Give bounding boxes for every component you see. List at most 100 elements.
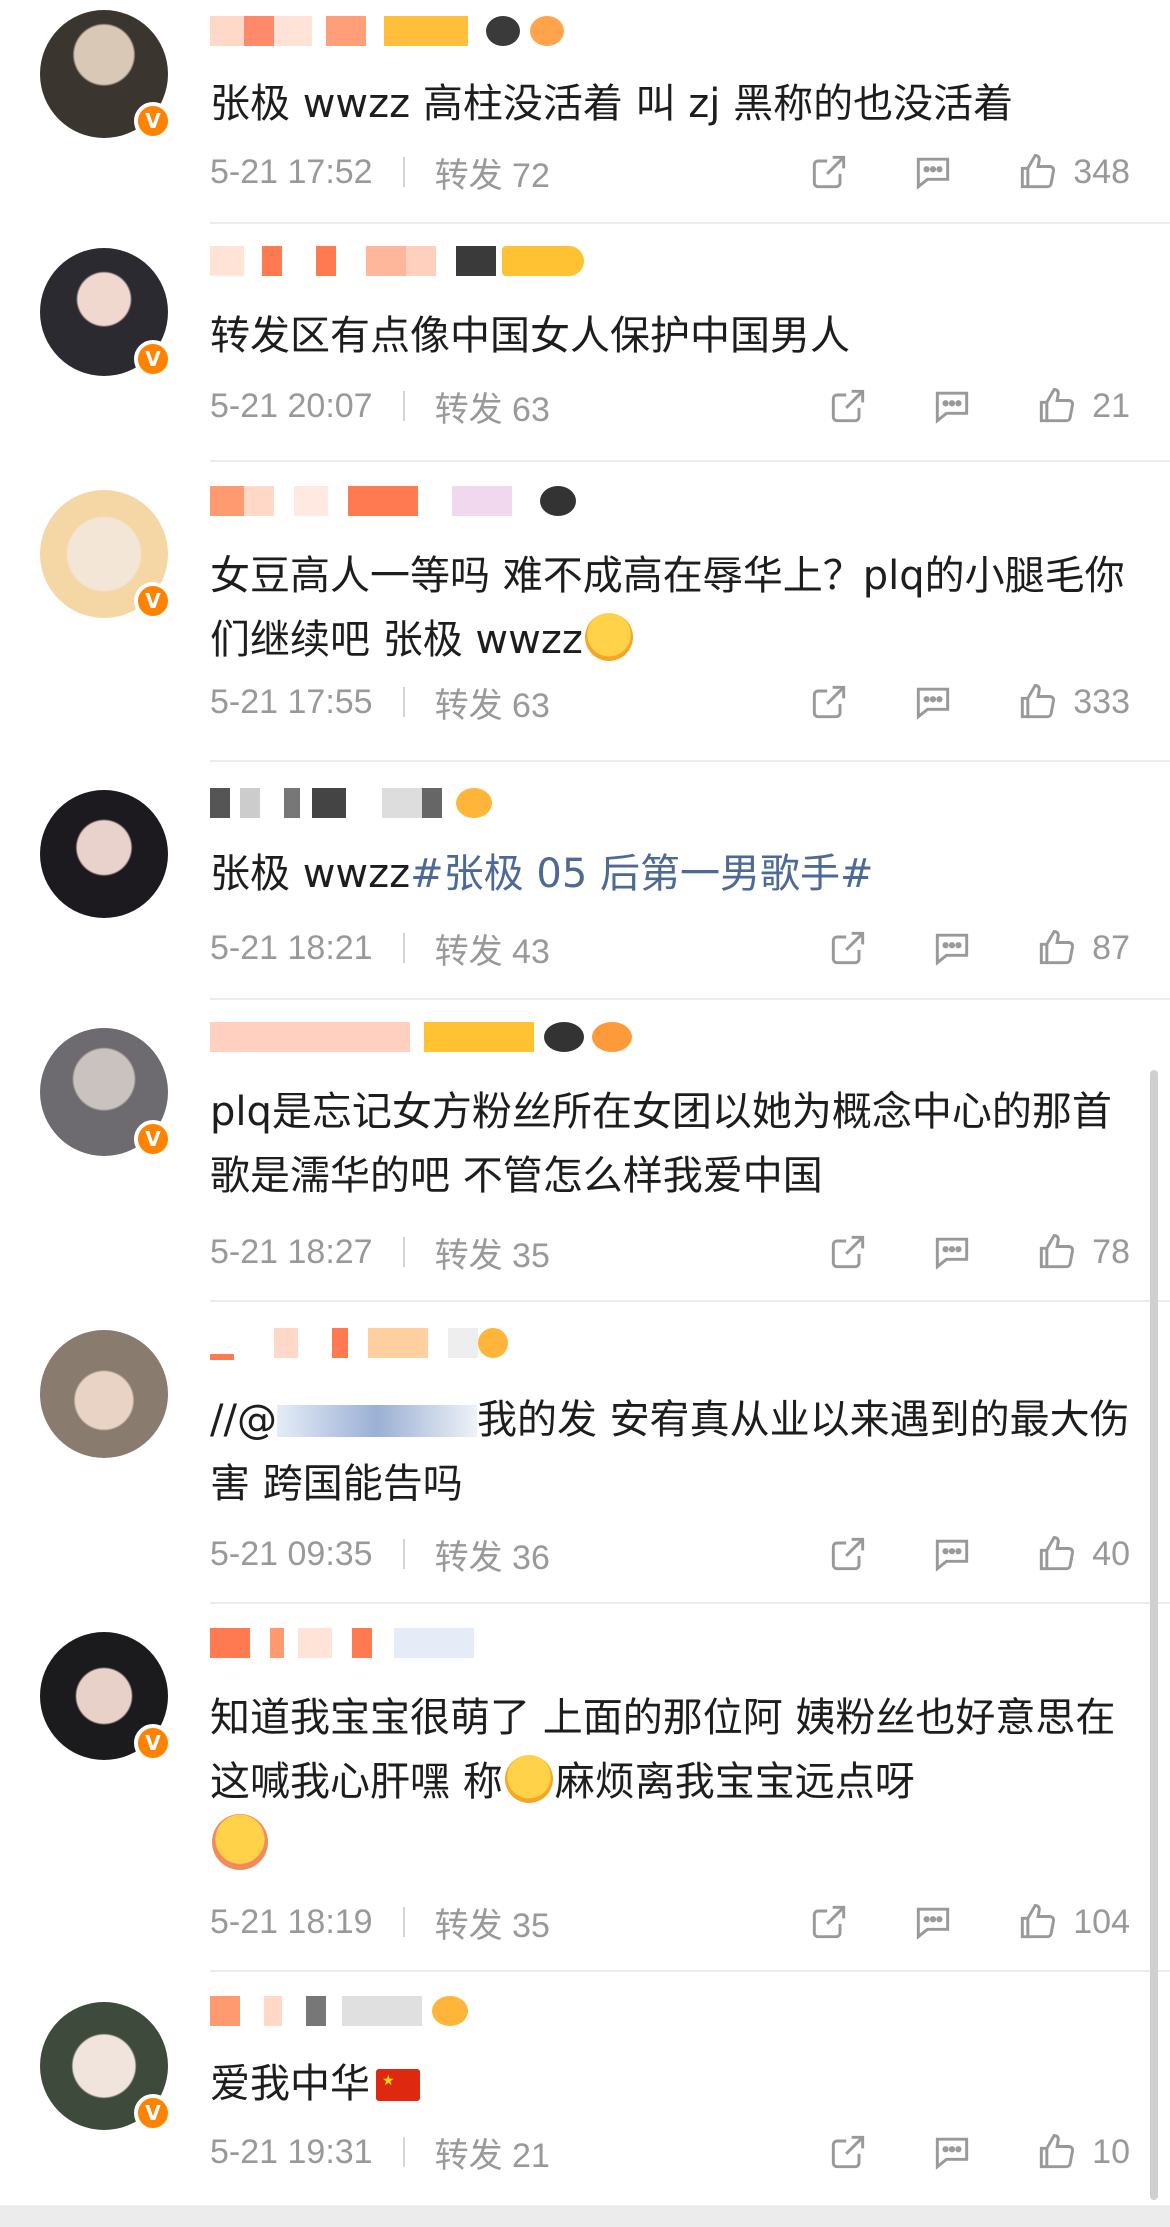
comment-meta: 5-21 09:35 转发 36 40	[210, 1530, 1130, 1579]
timestamp: 5-21 18:21	[210, 928, 373, 967]
like-button[interactable]: 348	[1015, 150, 1130, 194]
comment-text: //@ 我的发 安宥真从业以来遇到的最大伤害 跨国能告吗	[210, 1397, 1130, 1507]
divider	[210, 222, 1170, 224]
comment-icon[interactable]	[911, 1900, 955, 1944]
comment-icon[interactable]	[911, 150, 955, 194]
username-masked[interactable]	[210, 244, 584, 278]
repost-label[interactable]: 转发 35	[435, 1228, 550, 1277]
comment-item: V 女豆高人一等吗 难不成高在辱华上？plq的小腿毛你们继续吧 张极 wwzz …	[0, 460, 1170, 760]
separator	[402, 933, 405, 963]
hashtag-link[interactable]: #张极 05 后第一男歌手#	[410, 851, 873, 897]
repost-label[interactable]: 转发 21	[435, 2128, 550, 2177]
avatar[interactable]: V	[40, 248, 172, 378]
surprised-emoji-icon	[504, 1755, 553, 1803]
thumbs-up-icon	[1040, 1234, 1075, 1269]
comment-icon[interactable]	[911, 680, 955, 724]
repost-label[interactable]: 转发 36	[435, 1530, 550, 1579]
like-button[interactable]: 78	[1034, 1230, 1130, 1274]
laugh-emoji-icon	[584, 613, 633, 661]
comment-item: 张极 wwzz#张极 05 后第一男歌手# 5-21 18:21 转发 43 8…	[0, 760, 1170, 998]
comment-icon[interactable]	[930, 926, 974, 970]
thumbs-up-icon	[1040, 388, 1075, 423]
comment-text: plq是忘记女方粉丝所在女团以她为概念中心的那首歌是濡华的吧 不管怎么样我爱中国	[210, 1089, 1112, 1199]
separator	[402, 1907, 405, 1937]
username-masked[interactable]	[210, 1626, 474, 1660]
avatar[interactable]	[40, 790, 168, 918]
separator	[402, 687, 405, 717]
repost-label[interactable]: 转发 63	[435, 382, 550, 431]
comment-text: 转发区有点像中国女人保护中国男人	[210, 313, 850, 359]
repost-label[interactable]: 转发 43	[435, 924, 550, 973]
thumbs-up-icon	[1040, 930, 1075, 965]
like-count: 40	[1092, 1534, 1130, 1573]
blush-emoji-icon	[212, 1814, 268, 1870]
thumbs-up-icon	[1021, 684, 1056, 719]
like-count: 104	[1073, 1902, 1130, 1941]
like-button[interactable]: 104	[1015, 1900, 1130, 1944]
repost-label[interactable]: 转发 72	[435, 148, 550, 197]
avatar[interactable]: V	[40, 1028, 172, 1158]
verified-icon: V	[134, 340, 172, 378]
repost-label[interactable]: 转发 63	[435, 678, 550, 727]
comment-icon[interactable]	[930, 2130, 974, 2174]
timestamp: 5-21 20:07	[210, 386, 373, 425]
separator	[402, 1539, 405, 1569]
separator	[402, 1237, 405, 1267]
username-masked[interactable]	[210, 484, 576, 518]
comment-meta: 5-21 18:21 转发 43 87	[210, 924, 1130, 973]
comment-icon[interactable]	[930, 1230, 974, 1274]
like-button[interactable]: 87	[1034, 926, 1130, 970]
share-icon[interactable]	[826, 1532, 870, 1576]
comment-meta: 5-21 20:07 转发 63 21	[210, 382, 1130, 431]
like-button[interactable]: 21	[1034, 384, 1130, 428]
username-masked[interactable]	[210, 786, 492, 820]
separator	[402, 2137, 405, 2167]
like-count: 333	[1073, 682, 1130, 721]
share-icon[interactable]	[826, 2130, 870, 2174]
avatar[interactable]	[40, 1330, 168, 1458]
username-masked[interactable]	[210, 1994, 468, 2028]
share-icon[interactable]	[807, 1900, 851, 1944]
comment-text: 爱我中华 ★	[210, 2052, 1130, 2116]
share-icon[interactable]	[807, 150, 851, 194]
comment-text: 知道我宝宝很萌了 上面的那位阿 姨粉丝也好意思在这喊我心肝嘿 称麻烦离我宝宝远点…	[210, 1686, 1130, 1881]
username-masked[interactable]	[210, 1326, 508, 1360]
verified-icon: V	[134, 102, 172, 140]
avatar[interactable]: V	[40, 10, 172, 140]
share-icon[interactable]	[826, 384, 870, 428]
comment-meta: 5-21 17:52 转发 72 348	[210, 148, 1130, 197]
like-button[interactable]: 40	[1034, 1532, 1130, 1576]
comment-icon[interactable]	[930, 1532, 974, 1576]
comment-text: 张极 wwzz 高柱没活着 叫 zj 黑称的也没活着	[210, 81, 1014, 127]
thumbs-up-icon	[1021, 154, 1056, 189]
timestamp: 5-21 19:31	[210, 2132, 373, 2171]
scrollbar[interactable]	[1150, 1070, 1158, 2200]
comment-icon[interactable]	[930, 384, 974, 428]
comment-text: 张极 wwzz#张极 05 后第一男歌手#	[210, 851, 874, 897]
comment-meta: 5-21 17:55 转发 63 333	[210, 678, 1130, 727]
username-masked[interactable]	[210, 1020, 632, 1054]
comment-item: V 知道我宝宝很萌了 上面的那位阿 姨粉丝也好意思在这喊我心肝嘿 称麻烦离我宝宝…	[0, 1602, 1170, 1970]
avatar[interactable]: V	[40, 1632, 172, 1762]
avatar[interactable]: V	[40, 490, 172, 620]
repost-label[interactable]: 转发 35	[435, 1898, 550, 1947]
mention-masked[interactable]	[276, 1405, 477, 1437]
divider	[210, 998, 1170, 1000]
timestamp: 5-21 09:35	[210, 1534, 373, 1573]
avatar[interactable]: V	[40, 2002, 172, 2132]
comment-item: //@ 我的发 安宥真从业以来遇到的最大伤害 跨国能告吗 5-21 09:35 转…	[0, 1300, 1170, 1602]
comment-meta: 5-21 18:27 转发 35 78	[210, 1228, 1130, 1277]
thumbs-up-icon	[1040, 2134, 1075, 2169]
like-button[interactable]: 10	[1034, 2130, 1130, 2174]
divider	[210, 1970, 1170, 1972]
comment-item: V 张极 wwzz 高柱没活着 叫 zj 黑称的也没活着 5-21 17:52 …	[0, 0, 1170, 222]
share-icon[interactable]	[826, 926, 870, 970]
like-count: 78	[1092, 1232, 1130, 1271]
like-button[interactable]: 333	[1015, 680, 1130, 724]
china-flag-icon: ★	[376, 2069, 420, 2101]
share-icon[interactable]	[807, 680, 851, 724]
username-masked[interactable]	[210, 14, 564, 48]
comment-meta: 5-21 18:19 转发 35 104	[210, 1898, 1130, 1947]
timestamp: 5-21 18:19	[210, 1902, 373, 1941]
share-icon[interactable]	[826, 1230, 870, 1274]
